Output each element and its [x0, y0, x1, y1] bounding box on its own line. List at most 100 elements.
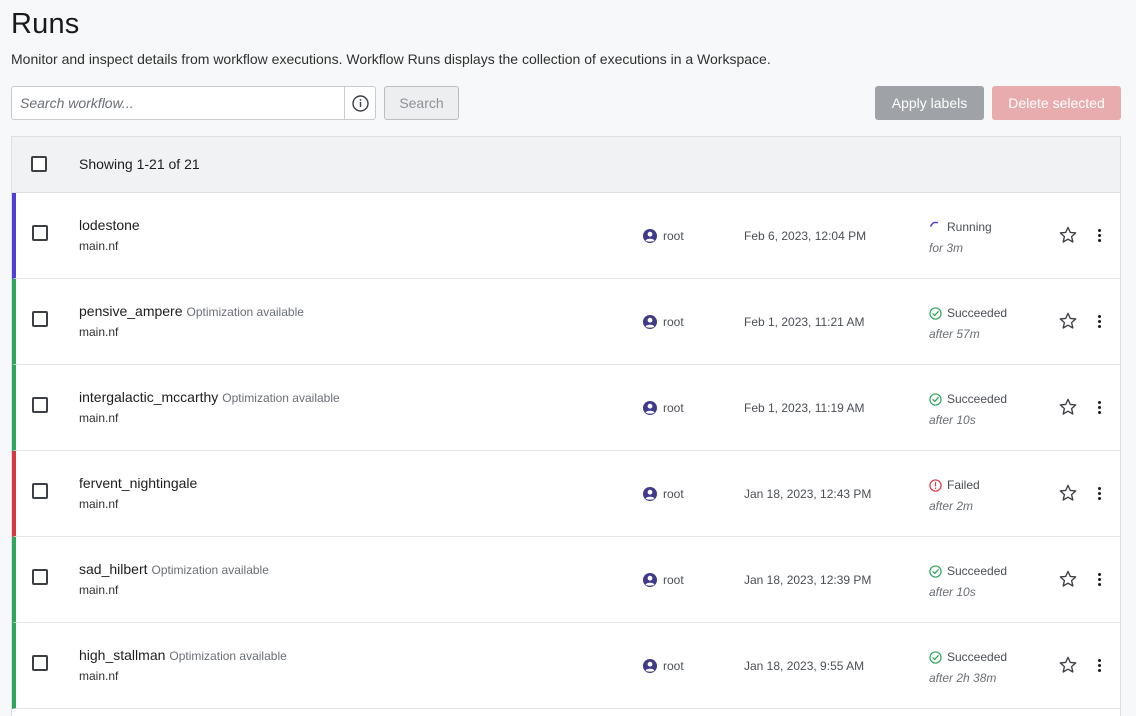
star-button[interactable]	[1058, 397, 1078, 422]
run-file: main.nf	[79, 411, 119, 425]
status-text: Succeeded	[947, 392, 1008, 406]
run-status: Running	[929, 220, 992, 234]
status-text: Succeeded	[947, 564, 1008, 578]
user-icon	[643, 659, 657, 673]
run-name-line: intergalactic_mccarthy Optimization avail…	[79, 389, 340, 405]
run-name[interactable]: high_stallman	[79, 647, 165, 663]
row-checkbox[interactable]	[32, 655, 48, 671]
select-all-checkbox[interactable]	[31, 156, 47, 172]
table-row[interactable]: intergalactic_mccarthy Optimization avail…	[12, 365, 1120, 451]
optimization-badge[interactable]: Optimization available	[187, 305, 304, 319]
kebab-menu-icon	[1097, 314, 1101, 318]
run-user: root	[643, 487, 684, 501]
run-file: main.nf	[79, 325, 119, 339]
user-name: root	[663, 401, 684, 415]
run-status: Succeeded	[929, 650, 1007, 664]
row-checkbox[interactable]	[32, 225, 48, 241]
search-button[interactable]: Search	[384, 86, 459, 120]
more-options-button[interactable]	[1094, 655, 1104, 675]
more-options-button[interactable]	[1094, 225, 1104, 245]
delete-selected-button[interactable]: Delete selected	[992, 86, 1121, 120]
star-button[interactable]	[1058, 483, 1078, 508]
run-name[interactable]: pensive_ampere	[79, 303, 183, 319]
kebab-menu-icon	[1097, 486, 1101, 490]
run-name[interactable]: fervent_nightingale	[79, 475, 197, 491]
runs-table: Showing 1-21 of 21 lodestone main.nf roo…	[11, 136, 1121, 716]
run-name-line: high_stallman Optimization available	[79, 647, 287, 663]
star-icon	[1059, 398, 1077, 415]
status-text: Failed	[947, 478, 980, 492]
star-icon	[1059, 570, 1077, 587]
table-row[interactable]: lodestone main.nf root Feb 6, 2023, 12:0…	[12, 193, 1120, 279]
user-name: root	[663, 315, 684, 329]
run-name[interactable]: sad_hilbert	[79, 561, 148, 577]
run-name-line: sad_hilbert Optimization available	[79, 561, 269, 577]
run-status: Failed	[929, 478, 980, 492]
run-status: Succeeded	[929, 564, 1007, 578]
star-button[interactable]	[1058, 311, 1078, 336]
run-name[interactable]: intergalactic_mccarthy	[79, 389, 218, 405]
run-duration: for 3m	[929, 241, 964, 255]
check-circle-icon	[929, 306, 942, 320]
error-circle-icon	[929, 478, 942, 492]
status-text: Running	[947, 220, 992, 234]
run-date: Feb 1, 2023, 11:19 AM	[744, 401, 865, 415]
row-checkbox[interactable]	[32, 311, 48, 327]
user-name: root	[663, 659, 684, 673]
run-user: root	[643, 229, 684, 243]
table-row[interactable]: high_stallman Optimization available main…	[12, 623, 1120, 709]
run-status: Succeeded	[929, 392, 1007, 406]
run-date: Feb 6, 2023, 12:04 PM	[744, 229, 867, 243]
user-icon	[643, 573, 657, 587]
table-row[interactable]: fervent_nightingale main.nf root Jan 18,…	[12, 451, 1120, 537]
row-checkbox[interactable]	[32, 397, 48, 413]
run-user: root	[643, 659, 684, 673]
apply-labels-button[interactable]: Apply labels	[875, 86, 984, 120]
run-date: Jan 18, 2023, 9:55 AM	[744, 659, 865, 673]
star-icon	[1059, 312, 1077, 329]
kebab-menu-icon	[1097, 400, 1101, 404]
more-options-button[interactable]	[1094, 483, 1104, 503]
spinner-icon	[929, 221, 942, 234]
run-name-line: fervent_nightingale	[79, 475, 201, 491]
user-icon	[643, 229, 657, 243]
user-icon	[643, 315, 657, 329]
run-duration: after 10s	[929, 413, 976, 427]
runs-list: lodestone main.nf root Feb 6, 2023, 12:0…	[12, 193, 1120, 709]
optimization-badge[interactable]: Optimization available	[169, 649, 286, 663]
user-name: root	[663, 487, 684, 501]
run-user: root	[643, 573, 684, 587]
run-file: main.nf	[79, 497, 119, 511]
run-user: root	[643, 401, 684, 415]
row-checkbox[interactable]	[32, 569, 48, 585]
search-box	[11, 86, 376, 120]
star-button[interactable]	[1058, 655, 1078, 680]
run-name[interactable]: lodestone	[79, 217, 140, 233]
row-checkbox[interactable]	[32, 483, 48, 499]
run-user: root	[643, 315, 684, 329]
optimization-badge[interactable]: Optimization available	[152, 563, 269, 577]
run-status: Succeeded	[929, 306, 1007, 320]
star-icon	[1059, 226, 1077, 243]
info-button[interactable]	[344, 87, 375, 119]
status-text: Succeeded	[947, 306, 1008, 320]
more-options-button[interactable]	[1094, 397, 1104, 417]
check-circle-icon	[929, 650, 942, 664]
more-options-button[interactable]	[1094, 569, 1104, 589]
run-file: main.nf	[79, 669, 119, 683]
table-row[interactable]: pensive_ampere Optimization available mai…	[12, 279, 1120, 365]
kebab-menu-icon	[1097, 228, 1101, 232]
optimization-badge[interactable]: Optimization available	[222, 391, 339, 405]
kebab-menu-icon	[1097, 658, 1101, 662]
star-button[interactable]	[1058, 569, 1078, 594]
search-input[interactable]	[12, 87, 344, 119]
star-icon	[1059, 484, 1077, 501]
status-text: Succeeded	[947, 650, 1008, 664]
user-icon	[643, 401, 657, 415]
more-options-button[interactable]	[1094, 311, 1104, 331]
table-row[interactable]: sad_hilbert Optimization available main.n…	[12, 537, 1120, 623]
run-date: Feb 1, 2023, 11:21 AM	[744, 315, 865, 329]
star-button[interactable]	[1058, 225, 1078, 250]
user-icon	[643, 487, 657, 501]
run-duration: after 10s	[929, 585, 976, 599]
